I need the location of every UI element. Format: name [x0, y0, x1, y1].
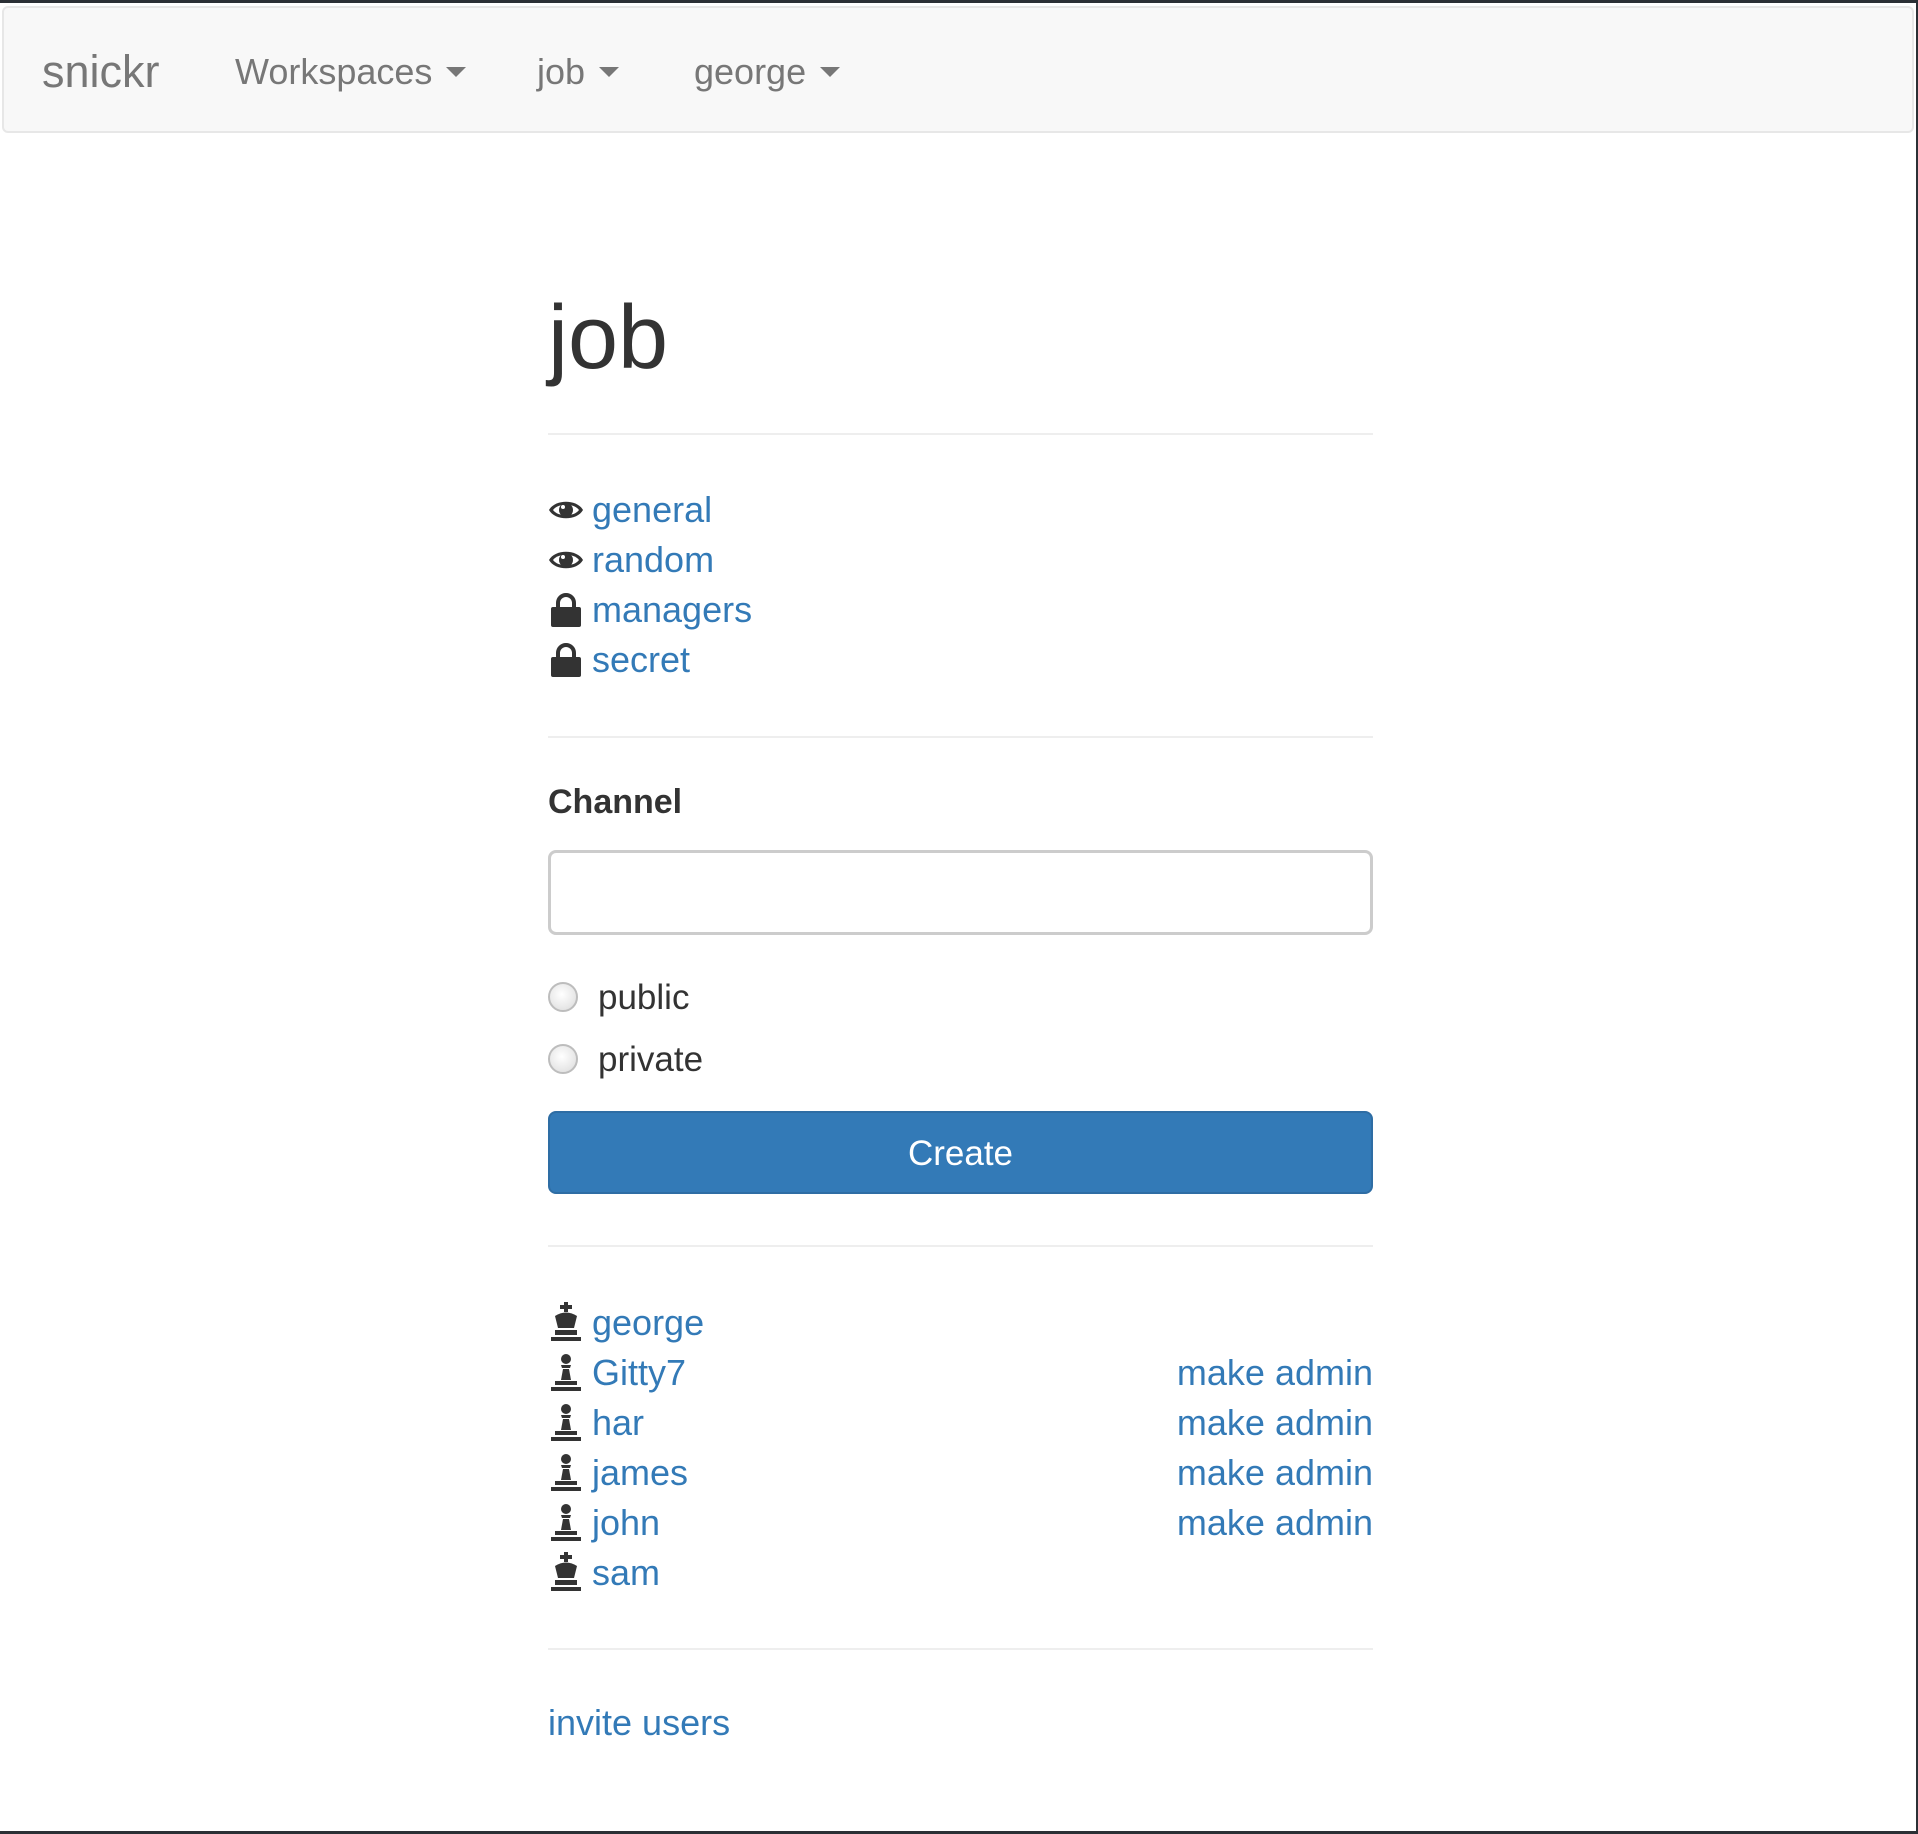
nav-job-label: job — [537, 51, 586, 92]
pawn-icon — [548, 1348, 584, 1398]
member-link-har[interactable]: har — [592, 1398, 644, 1448]
member-link-john[interactable]: john — [592, 1498, 660, 1548]
caret-down-icon — [599, 67, 620, 78]
page-title: job — [548, 288, 669, 388]
lock-icon — [548, 635, 584, 685]
member-row: sam — [548, 1548, 1373, 1598]
invite-users-link[interactable]: invite users — [548, 1698, 730, 1748]
channel-item: secret — [548, 635, 1373, 685]
radio-option-public[interactable]: public — [548, 973, 1373, 1023]
pawn-icon — [548, 1398, 584, 1448]
channel-link-general[interactable]: general — [592, 485, 712, 535]
caret-down-icon — [446, 67, 467, 78]
divider — [548, 1648, 1373, 1650]
member-link-gitty7[interactable]: Gitty7 — [592, 1348, 686, 1398]
create-button[interactable]: Create — [548, 1111, 1373, 1194]
member-row: Gitty7 make admin — [548, 1348, 1373, 1398]
channel-link-secret[interactable]: secret — [592, 635, 690, 685]
private-radio[interactable] — [548, 1044, 578, 1074]
public-radio-label: public — [598, 978, 690, 1017]
divider — [548, 736, 1373, 738]
member-link-james[interactable]: james — [592, 1448, 688, 1498]
member-row: john make admin — [548, 1498, 1373, 1548]
member-row: george — [548, 1298, 1373, 1348]
channel-link-random[interactable]: random — [592, 535, 714, 585]
eye-icon — [548, 485, 584, 535]
channel-link-managers[interactable]: managers — [592, 585, 752, 635]
pawn-icon — [548, 1448, 584, 1498]
private-radio-label: private — [598, 1040, 704, 1079]
king-icon — [548, 1298, 584, 1348]
channel-item: general — [548, 485, 1373, 535]
radio-option-private[interactable]: private — [548, 1035, 1373, 1085]
member-link-sam[interactable]: sam — [592, 1548, 660, 1598]
divider — [548, 1245, 1373, 1247]
caret-down-icon — [820, 67, 841, 78]
make-admin-link[interactable]: make admin — [1177, 1398, 1373, 1448]
public-radio[interactable] — [548, 982, 578, 1012]
nav-workspaces-dropdown[interactable]: Workspaces — [235, 8, 467, 135]
eye-icon — [548, 535, 584, 585]
make-admin-link[interactable]: make admin — [1177, 1448, 1373, 1498]
brand-logo[interactable]: snickr — [42, 8, 160, 135]
channel-name-label: Channel — [548, 783, 683, 821]
divider — [548, 433, 1373, 435]
pawn-icon — [548, 1498, 584, 1548]
king-icon — [548, 1548, 584, 1598]
nav-user-label: george — [694, 51, 807, 92]
member-row: har make admin — [548, 1398, 1373, 1448]
channel-item: managers — [548, 585, 1373, 635]
make-admin-link[interactable]: make admin — [1177, 1498, 1373, 1548]
make-admin-link[interactable]: make admin — [1177, 1348, 1373, 1398]
nav-user-dropdown[interactable]: george — [694, 8, 841, 135]
member-link-george[interactable]: george — [592, 1298, 704, 1348]
channel-item: random — [548, 535, 1373, 585]
nav-workspaces-label: Workspaces — [235, 51, 433, 92]
lock-icon — [548, 585, 584, 635]
channel-name-input[interactable] — [548, 850, 1373, 935]
nav-workspace-job-dropdown[interactable]: job — [537, 8, 620, 135]
app-window: snickr Workspaces job george job general… — [0, 0, 1918, 1834]
navbar: snickr Workspaces job george — [2, 6, 1914, 133]
member-row: james make admin — [548, 1448, 1373, 1498]
